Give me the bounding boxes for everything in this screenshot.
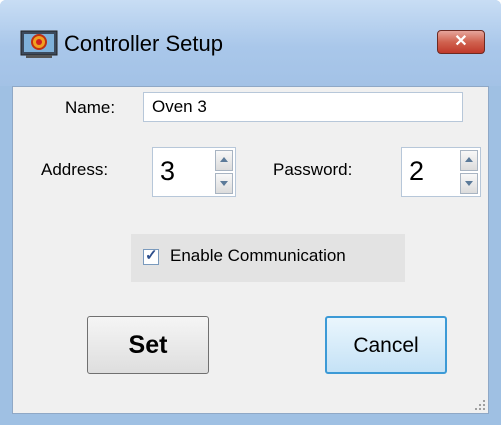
title-bar[interactable]: Controller Setup ✕ <box>0 0 501 86</box>
set-button[interactable]: Set <box>87 316 209 374</box>
close-icon: ✕ <box>454 33 468 50</box>
spin-up-icon <box>220 157 228 162</box>
dialog-body: Name: Oven 3 Address: 3 Password: 2 ✓ En… <box>12 86 489 414</box>
enable-communication-label[interactable]: Enable Communication <box>170 246 346 266</box>
resize-grip-icon[interactable] <box>475 400 485 410</box>
spin-up-icon <box>465 157 473 162</box>
address-spin-up-button[interactable] <box>215 150 233 171</box>
enable-communication-checkbox[interactable]: ✓ <box>143 247 159 265</box>
address-spin-down-button[interactable] <box>215 173 233 194</box>
cancel-button[interactable]: Cancel <box>325 316 447 374</box>
password-label: Password: <box>273 160 353 179</box>
address-stepper[interactable]: 3 <box>152 147 236 197</box>
controller-setup-window: Controller Setup ✕ Name: Oven 3 Address:… <box>0 0 501 425</box>
password-spin-up-button[interactable] <box>460 150 478 171</box>
password-spin-buttons <box>460 150 478 194</box>
spin-down-icon <box>465 181 473 186</box>
enable-communication-panel: ✓ Enable Communication <box>131 234 405 282</box>
address-value[interactable]: 3 <box>160 156 175 186</box>
password-stepper[interactable]: 2 <box>401 147 481 197</box>
app-icon <box>20 30 58 58</box>
password-spin-down-button[interactable] <box>460 173 478 194</box>
name-input[interactable]: Oven 3 <box>143 92 463 122</box>
window-title: Controller Setup <box>64 31 223 56</box>
name-label: Name: <box>65 98 116 117</box>
close-button[interactable]: ✕ <box>437 30 485 54</box>
password-value[interactable]: 2 <box>409 156 424 186</box>
check-icon: ✓ <box>145 247 158 264</box>
address-label: Address: <box>41 160 109 179</box>
spin-down-icon <box>220 181 228 186</box>
address-spin-buttons <box>215 150 233 194</box>
